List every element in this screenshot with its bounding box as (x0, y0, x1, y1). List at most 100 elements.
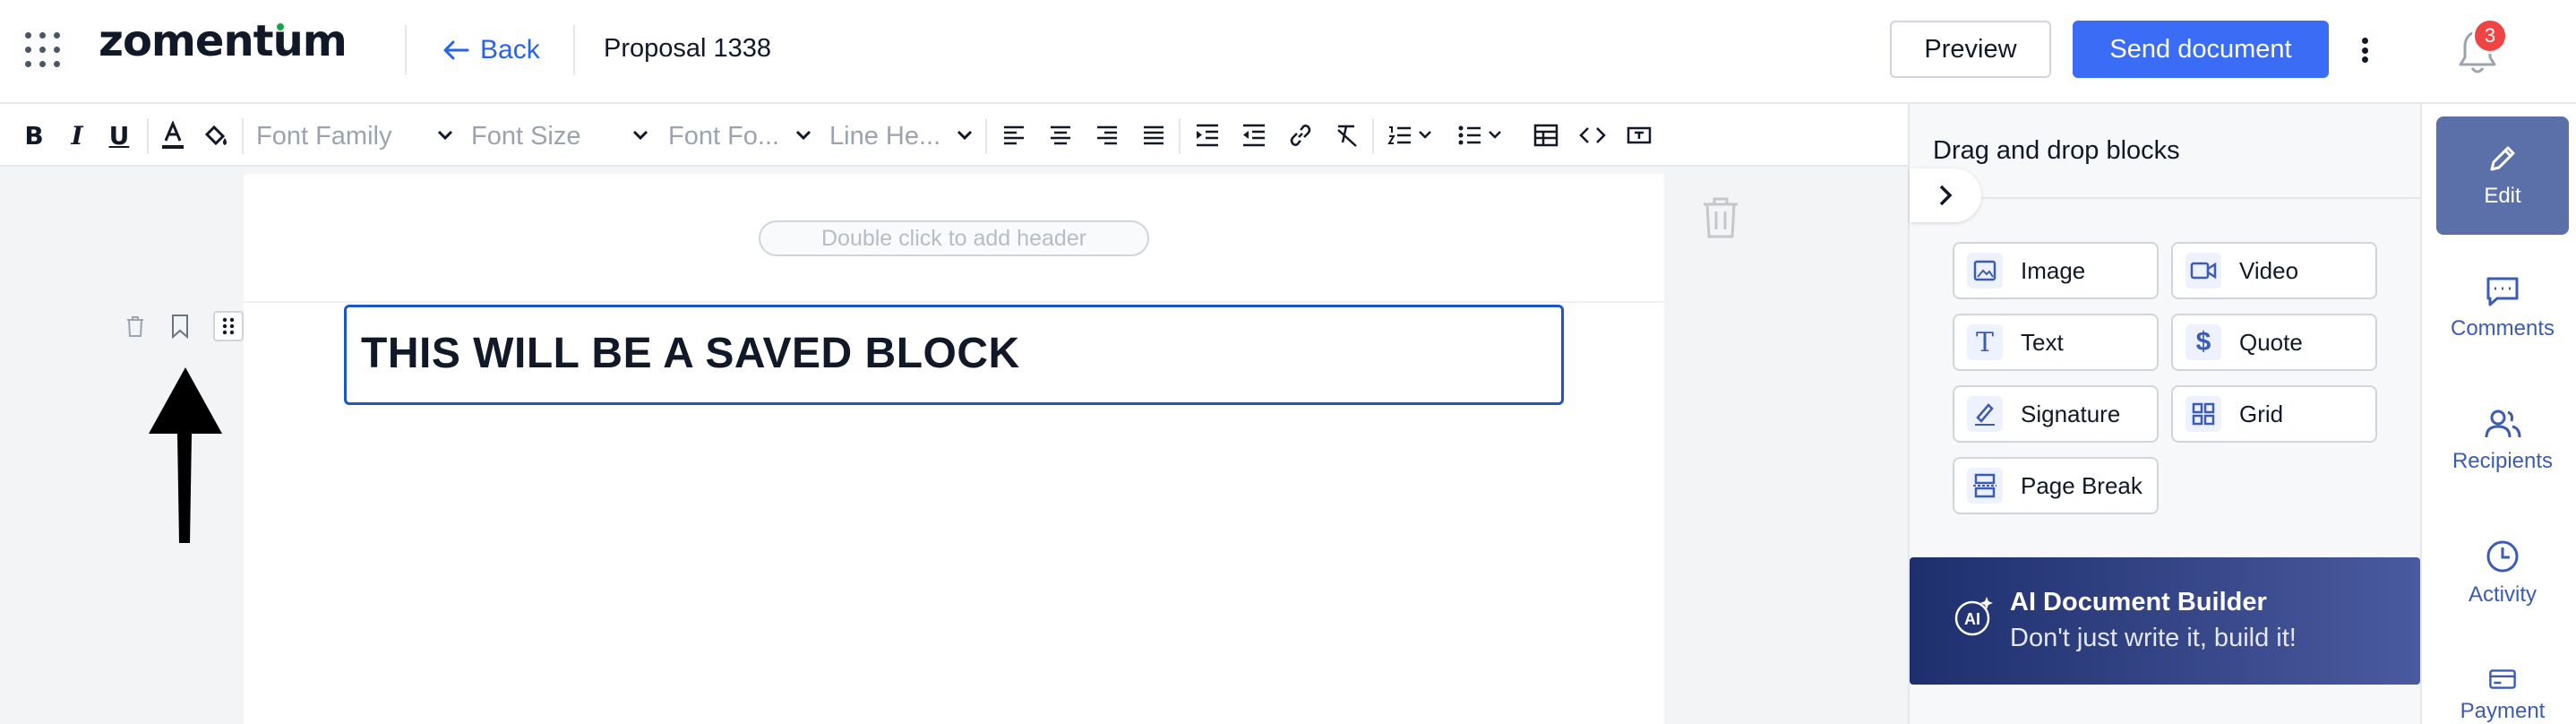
card-icon (2489, 669, 2516, 689)
rail-item-activity[interactable]: Activity (2436, 514, 2569, 633)
font-size-select[interactable]: Font Size (471, 116, 650, 156)
text-icon: T (1967, 324, 2003, 360)
svg-text:AI: AI (1964, 610, 1980, 628)
block-text-button[interactable]: T Text (1953, 314, 2159, 371)
panel-title: Drag and drop blocks (1933, 136, 2180, 165)
align-right-icon[interactable] (1093, 115, 1121, 156)
back-label: Back (480, 35, 540, 65)
rail-item-comments[interactable]: Comments (2436, 249, 2569, 367)
ai-card-subtitle: Don't just write it, build it! (2010, 624, 2297, 652)
block-delete-icon[interactable] (122, 308, 149, 344)
highlight-color-icon[interactable] (201, 115, 231, 156)
ordered-list-icon[interactable] (1387, 115, 1437, 156)
font-format-select[interactable]: Font Fo... (668, 116, 813, 156)
image-icon (1967, 253, 2003, 289)
toolbar-divider (147, 118, 149, 154)
ai-sparkle-icon: AI (1954, 597, 1993, 636)
font-size-placeholder: Font Size (471, 121, 581, 151)
toolbar-divider (1179, 118, 1181, 154)
indent-icon[interactable] (1193, 115, 1222, 156)
font-family-placeholder: Font Family (256, 121, 392, 151)
rail-item-recipients[interactable]: Recipients (2436, 382, 2569, 500)
chevron-down-icon (632, 130, 648, 141)
toolbar-divider (985, 118, 987, 154)
outdent-icon[interactable] (1240, 115, 1268, 156)
underline-icon[interactable]: U (106, 115, 133, 156)
drag-handle-icon[interactable] (213, 311, 244, 341)
text-field-icon[interactable] (1625, 115, 1653, 156)
page-delete-icon[interactable] (1700, 195, 1741, 240)
document-title: Proposal 1338 (604, 34, 772, 63)
logo-text: zomentum (99, 16, 348, 66)
chevron-down-icon (437, 130, 453, 141)
notification-badge: 3 (2472, 18, 2508, 54)
block-page-break-button[interactable]: Page Break (1953, 457, 2159, 514)
code-icon[interactable] (1578, 115, 1607, 156)
bookmark-icon[interactable] (167, 308, 193, 344)
rail-item-label: Edit (2484, 184, 2521, 208)
video-icon (2185, 253, 2221, 289)
chevron-down-icon (795, 130, 811, 141)
zomentum-logo: zomentum (99, 16, 348, 66)
send-document-button[interactable]: Send document (2073, 21, 2329, 78)
page-break-icon (1967, 468, 2003, 504)
font-format-placeholder: Font Fo... (668, 121, 780, 151)
block-label: Signature (2021, 400, 2121, 427)
block-grid-button[interactable]: Grid (2171, 385, 2377, 443)
block-quote-button[interactable]: $ Quote (2171, 314, 2377, 371)
saved-block[interactable]: THIS WILL BE A SAVED BLOCK (344, 305, 1564, 405)
right-nav-rail: Edit Comments Recipients Activity Paymen… (2420, 104, 2576, 724)
italic-icon[interactable]: I (64, 115, 90, 156)
block-label: Page Break (2021, 471, 2142, 499)
divider (573, 25, 575, 75)
dollar-icon: $ (2185, 324, 2221, 360)
formatting-toolbar: B I U Font Family Font Size Font Fo... L… (0, 106, 1908, 167)
block-video-button[interactable]: Video (2171, 242, 2377, 299)
block-image-button[interactable]: Image (1953, 242, 2159, 299)
rail-item-label: Comments (2450, 316, 2555, 340)
block-signature-button[interactable]: Signature (1953, 385, 2159, 443)
clear-format-icon[interactable] (1333, 115, 1361, 156)
back-button[interactable]: Back (442, 29, 540, 72)
more-options-icon[interactable] (2354, 34, 2375, 66)
block-label: Grid (2239, 400, 2284, 427)
link-icon[interactable] (1286, 115, 1315, 156)
editor-canvas: Double click to add header THIS WILL BE … (0, 167, 1908, 724)
bullet-list-icon[interactable] (1456, 115, 1507, 156)
block-label: Text (2021, 328, 2064, 356)
rail-item-edit[interactable]: Edit (2436, 116, 2569, 235)
font-color-icon[interactable] (158, 115, 188, 156)
block-label: Image (2021, 256, 2086, 284)
signature-icon (1967, 396, 2003, 432)
toolbar-divider (242, 118, 244, 154)
line-height-placeholder: Line He... (829, 121, 941, 151)
block-label: Quote (2239, 328, 2303, 356)
block-text[interactable]: THIS WILL BE A SAVED BLOCK (361, 329, 1020, 378)
bold-icon[interactable]: B (21, 115, 47, 156)
rail-item-label: Activity (2468, 582, 2537, 607)
page-header-zone[interactable]: Double click to add header (244, 174, 1664, 303)
document-page: Double click to add header THIS WILL BE … (244, 174, 1664, 724)
font-family-select[interactable]: Font Family (256, 116, 455, 156)
users-icon (2485, 409, 2521, 438)
toolbar-divider (1372, 118, 1374, 154)
rail-item-payment[interactable]: Payment (2436, 642, 2569, 724)
clock-icon (2486, 540, 2519, 573)
align-left-icon[interactable] (1000, 115, 1028, 156)
chevron-down-icon (957, 130, 973, 141)
block-label: Video (2239, 256, 2299, 284)
apps-grid-icon[interactable] (25, 32, 61, 68)
ai-card-title: AI Document Builder (2010, 588, 2267, 616)
ai-document-builder-card[interactable]: AI AI Document Builder Don't just write … (1910, 557, 2420, 685)
line-height-select[interactable]: Line He... (829, 116, 975, 156)
add-header-hint[interactable]: Double click to add header (759, 220, 1149, 256)
align-justify-icon[interactable] (1139, 115, 1168, 156)
table-icon[interactable] (1532, 115, 1560, 156)
rail-item-label: Payment (2460, 699, 2546, 723)
collapse-panel-button[interactable] (1910, 168, 1981, 222)
panel-divider (1910, 197, 2422, 199)
arrow-left-icon (443, 40, 469, 60)
align-center-icon[interactable] (1046, 115, 1075, 156)
rail-item-label: Recipients (2451, 449, 2554, 473)
preview-button[interactable]: Preview (1890, 21, 2051, 78)
